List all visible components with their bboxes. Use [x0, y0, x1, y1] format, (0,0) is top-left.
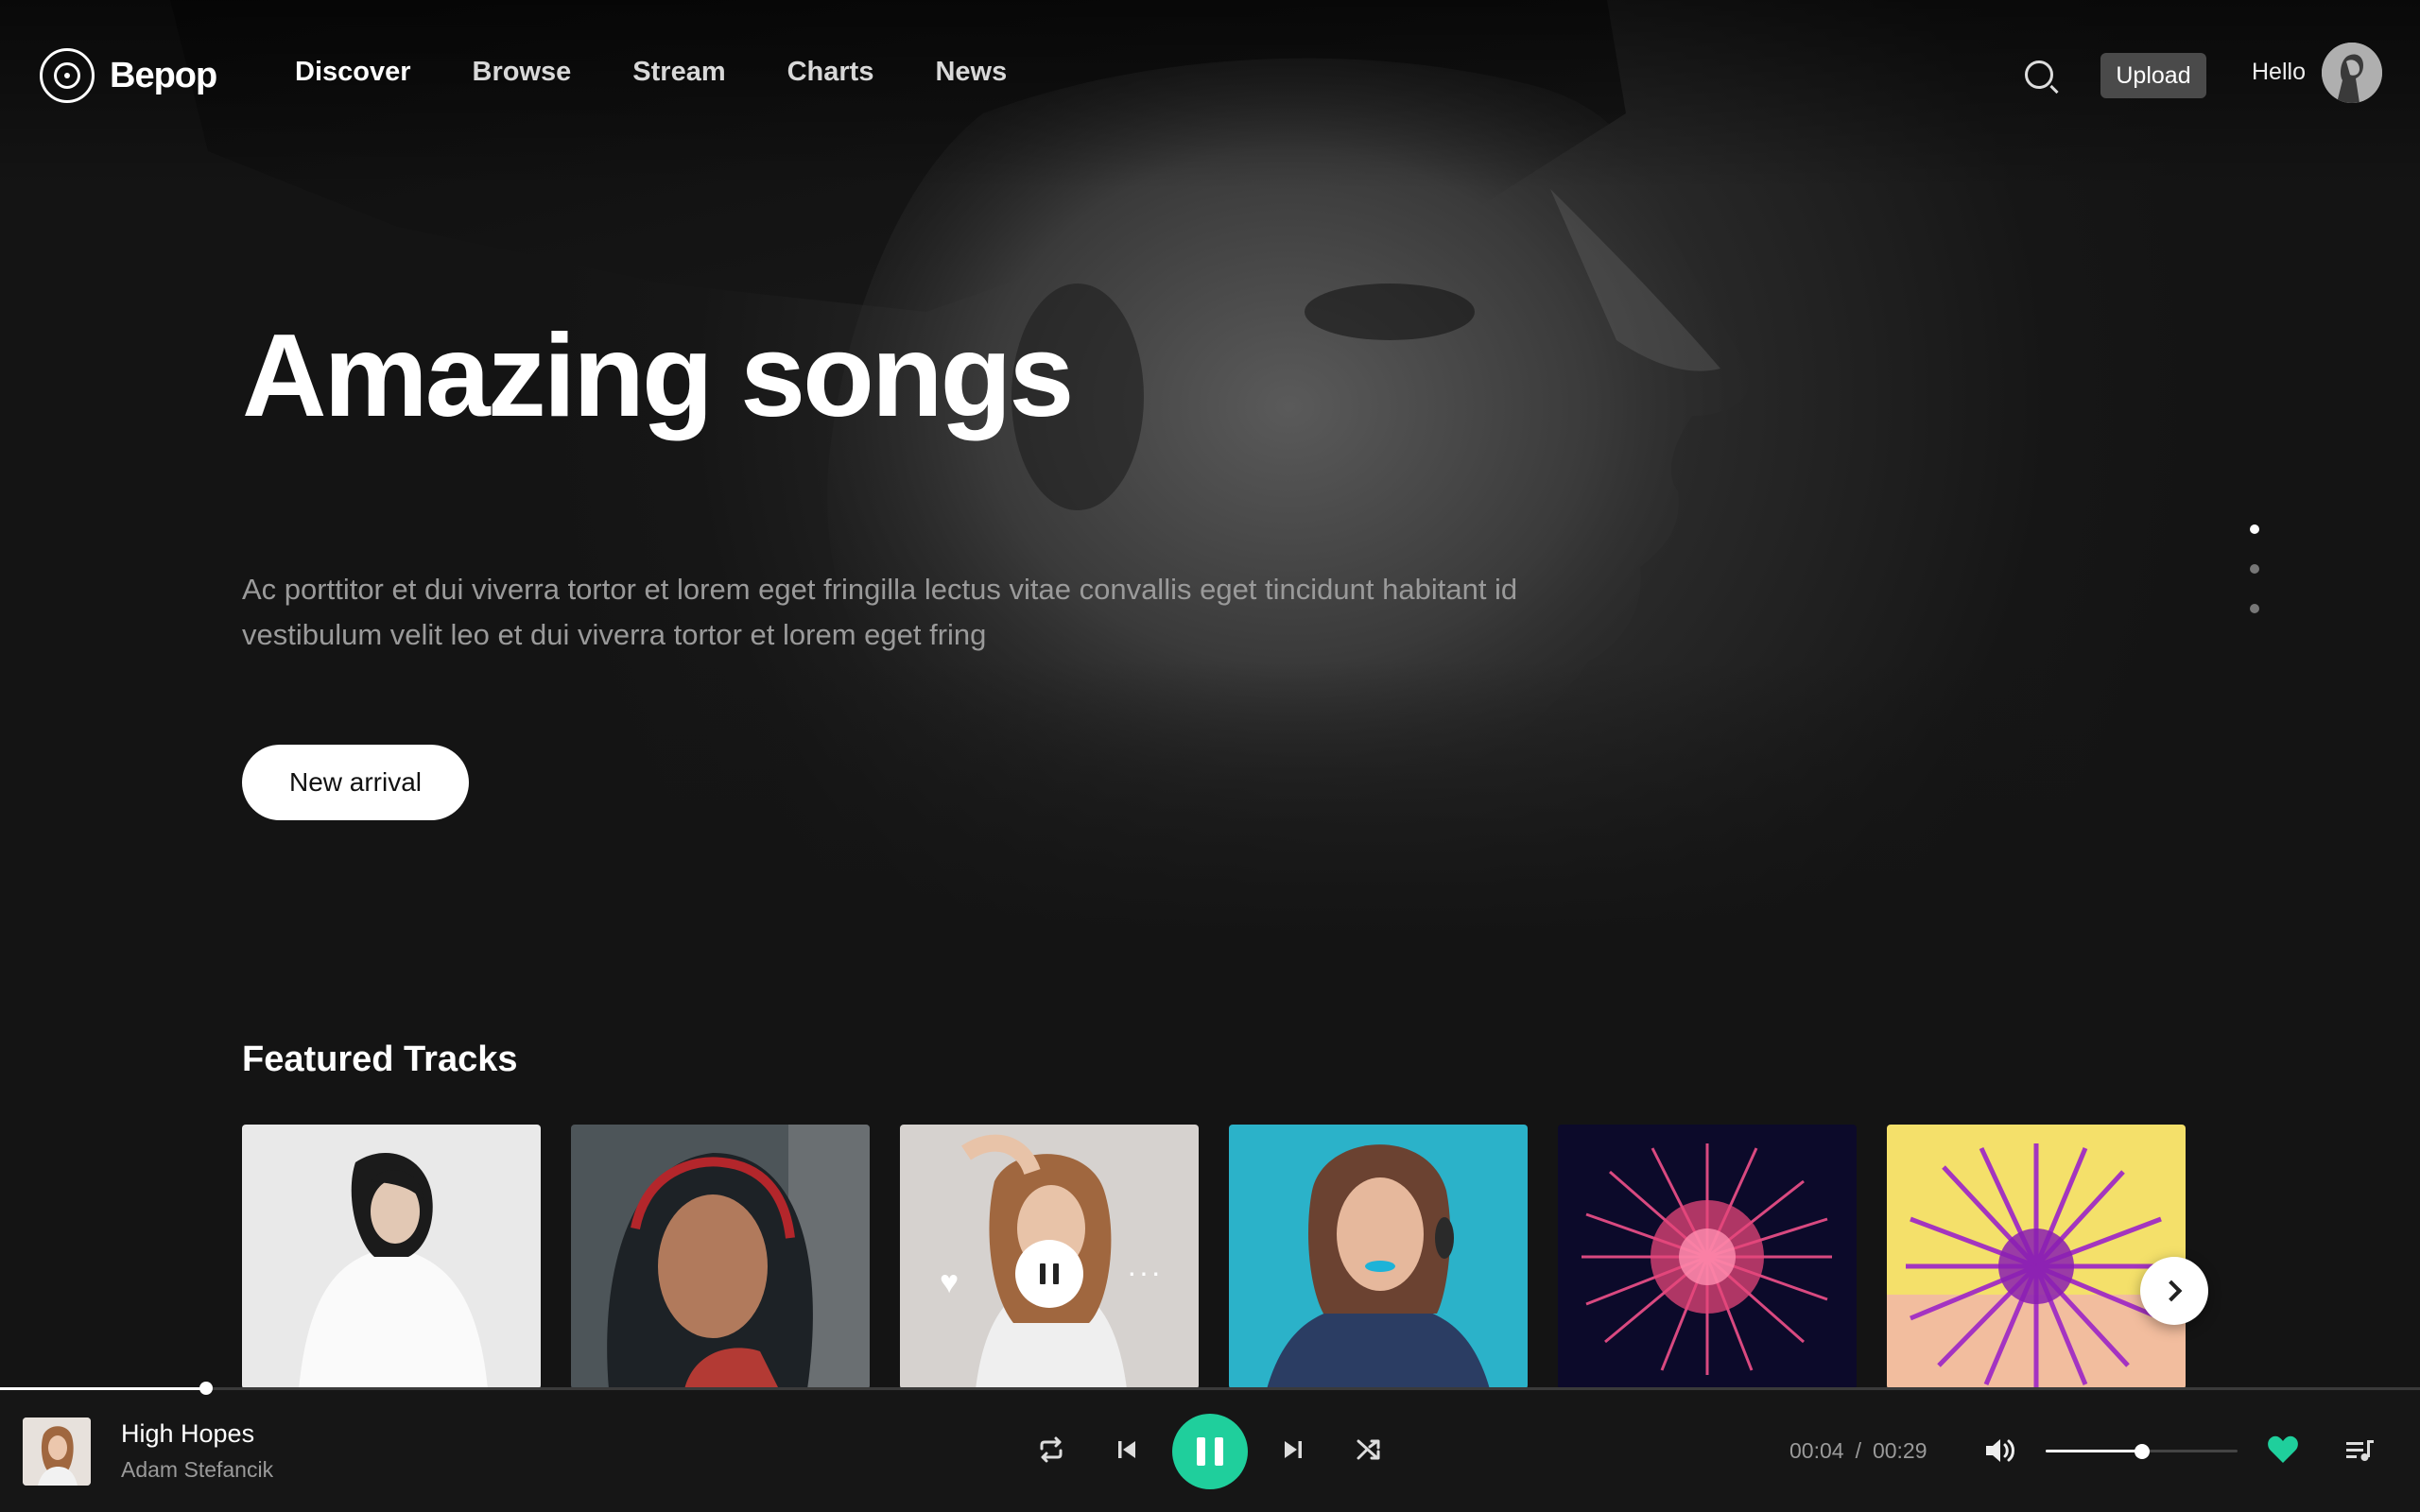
track-artwork: [571, 1125, 870, 1389]
track-card[interactable]: [1229, 1125, 1528, 1389]
new-arrival-button[interactable]: New arrival: [242, 745, 469, 820]
volume-icon[interactable]: [1983, 1435, 2017, 1471]
volume-slider[interactable]: [2046, 1444, 2238, 1459]
vinyl-logo-icon: [40, 48, 95, 103]
slide-dot-1[interactable]: [2250, 524, 2259, 534]
track-artwork: [1229, 1125, 1528, 1389]
hero-title: Amazing songs: [242, 311, 1074, 441]
pause-icon[interactable]: [1172, 1414, 1248, 1489]
track-artwork: [1558, 1125, 1857, 1389]
track-card[interactable]: [1558, 1125, 1857, 1389]
track-hover-overlay: ♥ ···: [900, 1125, 1199, 1389]
current-time: 00:04: [1789, 1438, 1844, 1463]
featured-tracks-carousel: ♥ ···: [242, 1125, 2189, 1389]
nav-item-news[interactable]: News: [935, 57, 1007, 88]
brand-logo[interactable]: Bepop: [40, 47, 217, 104]
track-card[interactable]: ♥ ···: [900, 1125, 1199, 1389]
shuffle-icon[interactable]: [1350, 1431, 1388, 1469]
heart-icon[interactable]: [2267, 1435, 2299, 1469]
track-card[interactable]: [571, 1125, 870, 1389]
search-icon[interactable]: [2023, 59, 2061, 96]
time-display: 00:04 / 00:29: [1789, 1438, 1927, 1464]
track-card[interactable]: [242, 1125, 541, 1389]
seek-bar[interactable]: [0, 1382, 2420, 1395]
track-duration: 00:29: [1872, 1438, 1927, 1463]
now-playing-artist[interactable]: Adam Stefancik: [121, 1457, 273, 1483]
greeting-text: Hello: [2252, 59, 2306, 85]
now-playing-artwork[interactable]: [23, 1418, 91, 1486]
next-icon[interactable]: [1274, 1431, 1312, 1469]
now-playing-title[interactable]: High Hopes: [121, 1419, 254, 1449]
top-navigation-bar: Bepop Discover Browse Stream Charts News…: [0, 0, 2420, 151]
user-avatar[interactable]: [2322, 43, 2382, 103]
chevron-right-icon[interactable]: [2140, 1257, 2208, 1325]
nav-item-stream[interactable]: Stream: [632, 57, 725, 88]
hero-description: Ac porttitor et dui viverra tortor et lo…: [242, 573, 1518, 651]
track-artwork: [242, 1125, 541, 1389]
nav-item-browse[interactable]: Browse: [473, 57, 572, 88]
repeat-icon[interactable]: [1032, 1431, 1070, 1469]
nav-item-charts[interactable]: Charts: [787, 57, 874, 88]
track-card[interactable]: [1887, 1125, 2186, 1389]
player-bar: High Hopes Adam Stefancik 00:04 / 00:29: [0, 1382, 2420, 1512]
track-artwork: [1887, 1125, 2186, 1389]
more-options-icon[interactable]: ···: [1127, 1255, 1163, 1290]
playlist-icon[interactable]: [2344, 1436, 2375, 1469]
volume-handle[interactable]: [2134, 1444, 2150, 1459]
slide-dot-3[interactable]: [2250, 604, 2259, 613]
upload-button[interactable]: Upload: [2100, 53, 2206, 98]
slide-dot-2[interactable]: [2250, 564, 2259, 574]
heart-icon[interactable]: ♥: [940, 1264, 959, 1301]
pause-icon[interactable]: [1015, 1240, 1083, 1308]
seek-handle[interactable]: [199, 1382, 213, 1395]
previous-icon[interactable]: [1108, 1431, 1146, 1469]
time-separator: /: [1855, 1438, 1861, 1463]
nav-item-discover[interactable]: Discover: [295, 57, 411, 88]
hero-slide-indicators: [2250, 524, 2261, 644]
brand-name: Bepop: [110, 55, 217, 95]
main-nav: Discover Browse Stream Charts News: [295, 57, 1007, 88]
featured-tracks-title: Featured Tracks: [242, 1040, 518, 1079]
